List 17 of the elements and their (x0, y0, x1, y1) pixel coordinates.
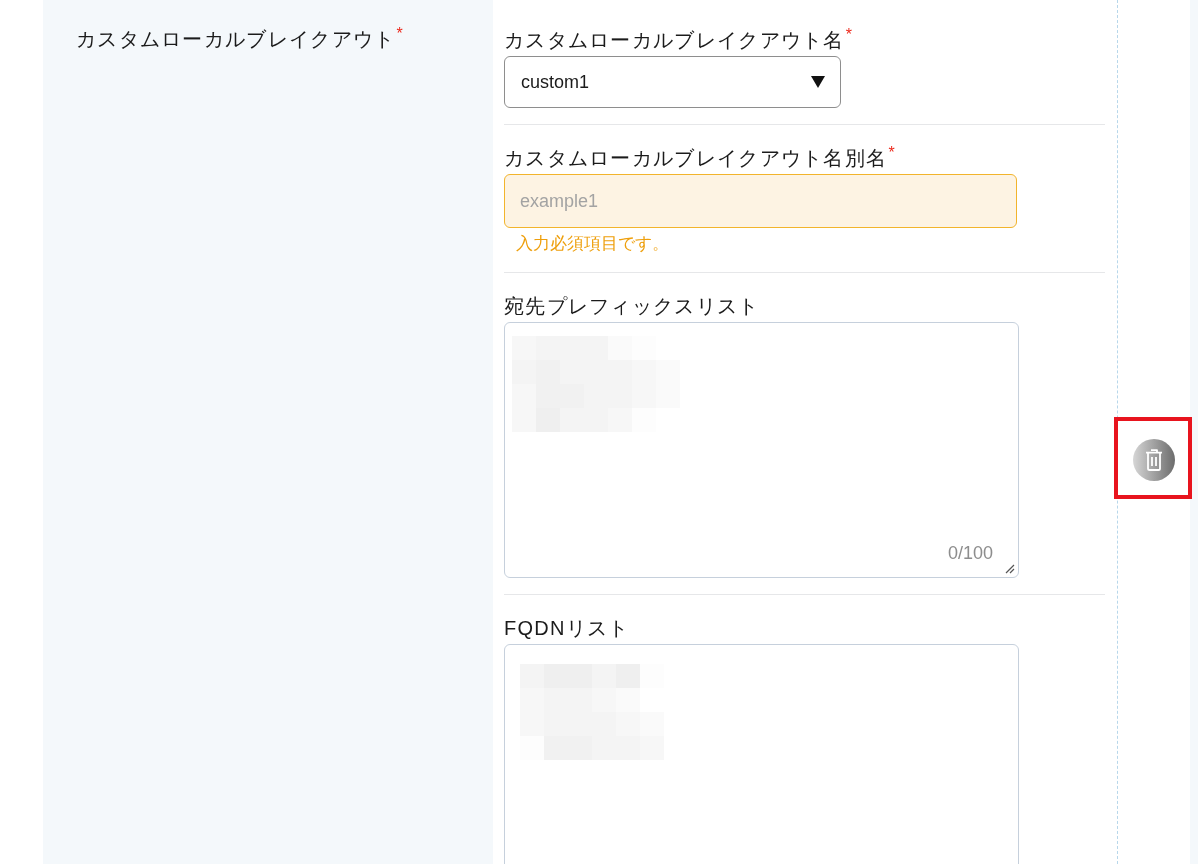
required-asterisk: * (396, 25, 403, 43)
delete-button[interactable] (1133, 439, 1175, 481)
field-label: 宛先プレフィックスリスト (504, 294, 760, 319)
resize-handle-icon[interactable] (1005, 564, 1015, 574)
field-label: FQDNリスト (504, 616, 630, 641)
error-message: 入力必須項目です。 (516, 233, 669, 255)
character-counter: 0/100 (947, 542, 993, 565)
field-label: カスタムローカルブレイクアウト名別名 (504, 146, 888, 171)
text-input-field[interactable]: example1 (504, 174, 1017, 228)
trash-icon (1145, 449, 1163, 471)
caret-icon (811, 76, 825, 88)
text-area-field[interactable] (504, 644, 1019, 864)
section-label: カスタムローカルブレイクアウト (76, 27, 396, 52)
field-label: カスタムローカルブレイクアウト名 (504, 28, 845, 53)
required-asterisk: * (888, 144, 895, 162)
required-asterisk: * (845, 26, 853, 44)
dropdown[interactable]: custom1 (504, 56, 841, 108)
